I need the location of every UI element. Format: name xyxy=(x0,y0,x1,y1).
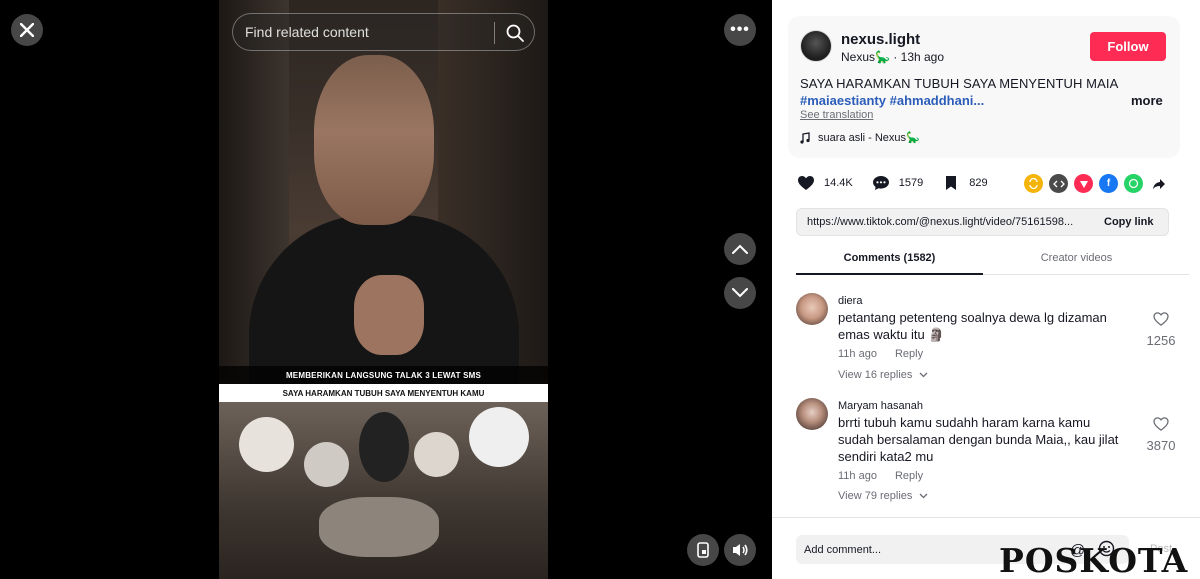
comment-text: brrti tubuh kamu sudahh haram karna kamu… xyxy=(838,415,1119,464)
music-row[interactable]: suara asli - Nexus🦕 xyxy=(800,131,920,144)
reply-button[interactable]: Reply xyxy=(895,470,923,482)
reply-button[interactable]: Reply xyxy=(895,348,923,360)
description-card: nexus.light Nexus🦕 · 13h ago Follow SAYA… xyxy=(788,16,1180,158)
post-hashtags[interactable]: #maiaestianty #ahmaddhani... xyxy=(800,93,984,108)
view-replies-label: View 79 replies xyxy=(838,490,913,502)
author-meta: Nexus🦕 · 13h ago xyxy=(841,50,945,64)
music-note-icon xyxy=(800,131,810,144)
comment-item: diera petantang petenteng soalnya dewa l… xyxy=(796,290,1189,395)
share-link-box: https://www.tiktok.com/@nexus.light/vide… xyxy=(796,208,1169,236)
share-row: f xyxy=(1024,174,1168,193)
info-pane: nexus.light Nexus🦕 · 13h ago Follow SAYA… xyxy=(772,0,1200,579)
like-count: 14.4K xyxy=(824,177,853,189)
comment-time: 11h ago xyxy=(838,348,877,360)
save-action[interactable]: 829 xyxy=(941,173,988,193)
chevron-down-icon xyxy=(920,372,928,378)
view-replies-label: View 16 replies xyxy=(838,369,913,381)
author-username[interactable]: nexus.light xyxy=(841,31,920,48)
mini-player-button[interactable] xyxy=(687,534,719,566)
comment-item: Maryam hasanah brrti tubuh kamu sudahh h… xyxy=(796,395,1189,520)
more-link[interactable]: more xyxy=(1131,93,1163,108)
send-icon[interactable] xyxy=(1074,174,1093,193)
comment-username[interactable]: diera xyxy=(838,295,862,307)
mini-player-icon xyxy=(697,542,709,558)
view-replies-button[interactable]: View 79 replies xyxy=(838,490,928,502)
comment-action[interactable]: 1579 xyxy=(871,173,923,193)
search-bar[interactable] xyxy=(232,13,535,51)
comment-time: 11h ago xyxy=(838,470,877,482)
comment-username[interactable]: Maryam hasanah xyxy=(838,400,923,412)
heart-icon xyxy=(1153,417,1169,431)
tab-creator-videos[interactable]: Creator videos xyxy=(983,243,1170,274)
facebook-icon[interactable]: f xyxy=(1099,174,1118,193)
copy-link-button[interactable]: Copy link xyxy=(1104,216,1154,228)
tab-comments[interactable]: Comments (1582) xyxy=(796,243,983,275)
app-root: MEMBERIKAN LANGSUNG TALAK 3 LEWAT SMS SA… xyxy=(0,0,1200,579)
more-options-button[interactable]: ••• xyxy=(724,14,756,46)
author-avatar[interactable] xyxy=(800,30,832,62)
whatsapp-icon[interactable] xyxy=(1124,174,1143,193)
save-count: 829 xyxy=(969,177,988,189)
comment-tabs: Comments (1582) Creator videos xyxy=(796,243,1189,275)
video-caption-bottom: SAYA HARAMKAN TUBUH SAYA MENYENTUH KAMU xyxy=(219,384,548,402)
bookmark-icon xyxy=(941,173,961,193)
comment-text: petantang petenteng soalnya dewa lg diza… xyxy=(838,310,1107,342)
see-translation-link[interactable]: See translation xyxy=(800,109,873,121)
comment-like-button[interactable]: 3870 xyxy=(1146,417,1176,453)
search-input[interactable] xyxy=(245,24,485,40)
follow-button[interactable]: Follow xyxy=(1090,32,1166,61)
comment-like-button[interactable]: 1256 xyxy=(1146,312,1176,348)
comment-count: 1579 xyxy=(898,177,924,189)
close-icon xyxy=(20,23,34,37)
heart-icon xyxy=(796,173,816,193)
comment-list: diera petantang petenteng soalnya dewa l… xyxy=(796,290,1189,520)
previous-video-button[interactable] xyxy=(724,233,756,265)
avatar[interactable] xyxy=(796,293,828,325)
author-nickname[interactable]: Nexus🦕 xyxy=(841,50,890,64)
search-icon[interactable] xyxy=(505,23,525,43)
microphones-image xyxy=(219,402,548,579)
chevron-down-icon xyxy=(732,288,748,298)
like-action[interactable]: 14.4K xyxy=(796,173,853,193)
embed-icon[interactable] xyxy=(1049,174,1068,193)
comment-meta: 11h ago Reply xyxy=(838,470,923,482)
chevron-up-icon xyxy=(732,244,748,254)
comment-like-count: 1256 xyxy=(1146,333,1176,348)
music-title: suara asli - Nexus🦕 xyxy=(818,132,920,144)
watermark-logo: POSKOTA xyxy=(999,541,1189,579)
comment-meta: 11h ago Reply xyxy=(838,348,923,360)
avatar[interactable] xyxy=(796,398,828,430)
repost-icon[interactable] xyxy=(1024,174,1043,193)
video-caption-top: MEMBERIKAN LANGSUNG TALAK 3 LEWAT SMS xyxy=(219,366,548,384)
post-time: 13h ago xyxy=(900,50,945,64)
volume-icon xyxy=(733,544,748,556)
video-player[interactable]: MEMBERIKAN LANGSUNG TALAK 3 LEWAT SMS SA… xyxy=(219,0,548,579)
video-pane: MEMBERIKAN LANGSUNG TALAK 3 LEWAT SMS SA… xyxy=(0,0,772,579)
chevron-down-icon xyxy=(920,493,928,499)
view-replies-button[interactable]: View 16 replies xyxy=(838,369,928,381)
volume-button[interactable] xyxy=(724,534,756,566)
more-icon: ••• xyxy=(730,21,750,38)
engagement-row: 14.4K 1579 829 xyxy=(796,172,1006,194)
share-url[interactable]: https://www.tiktok.com/@nexus.light/vide… xyxy=(807,216,1092,228)
share-arrow-icon[interactable] xyxy=(1149,174,1168,193)
comment-icon xyxy=(871,173,891,193)
comment-like-count: 3870 xyxy=(1146,438,1176,453)
close-button[interactable] xyxy=(11,14,43,46)
next-video-button[interactable] xyxy=(724,277,756,309)
heart-icon xyxy=(1153,312,1169,326)
post-caption: SAYA HARAMKAN TUBUH SAYA MENYENTUH MAIA xyxy=(800,76,1119,91)
